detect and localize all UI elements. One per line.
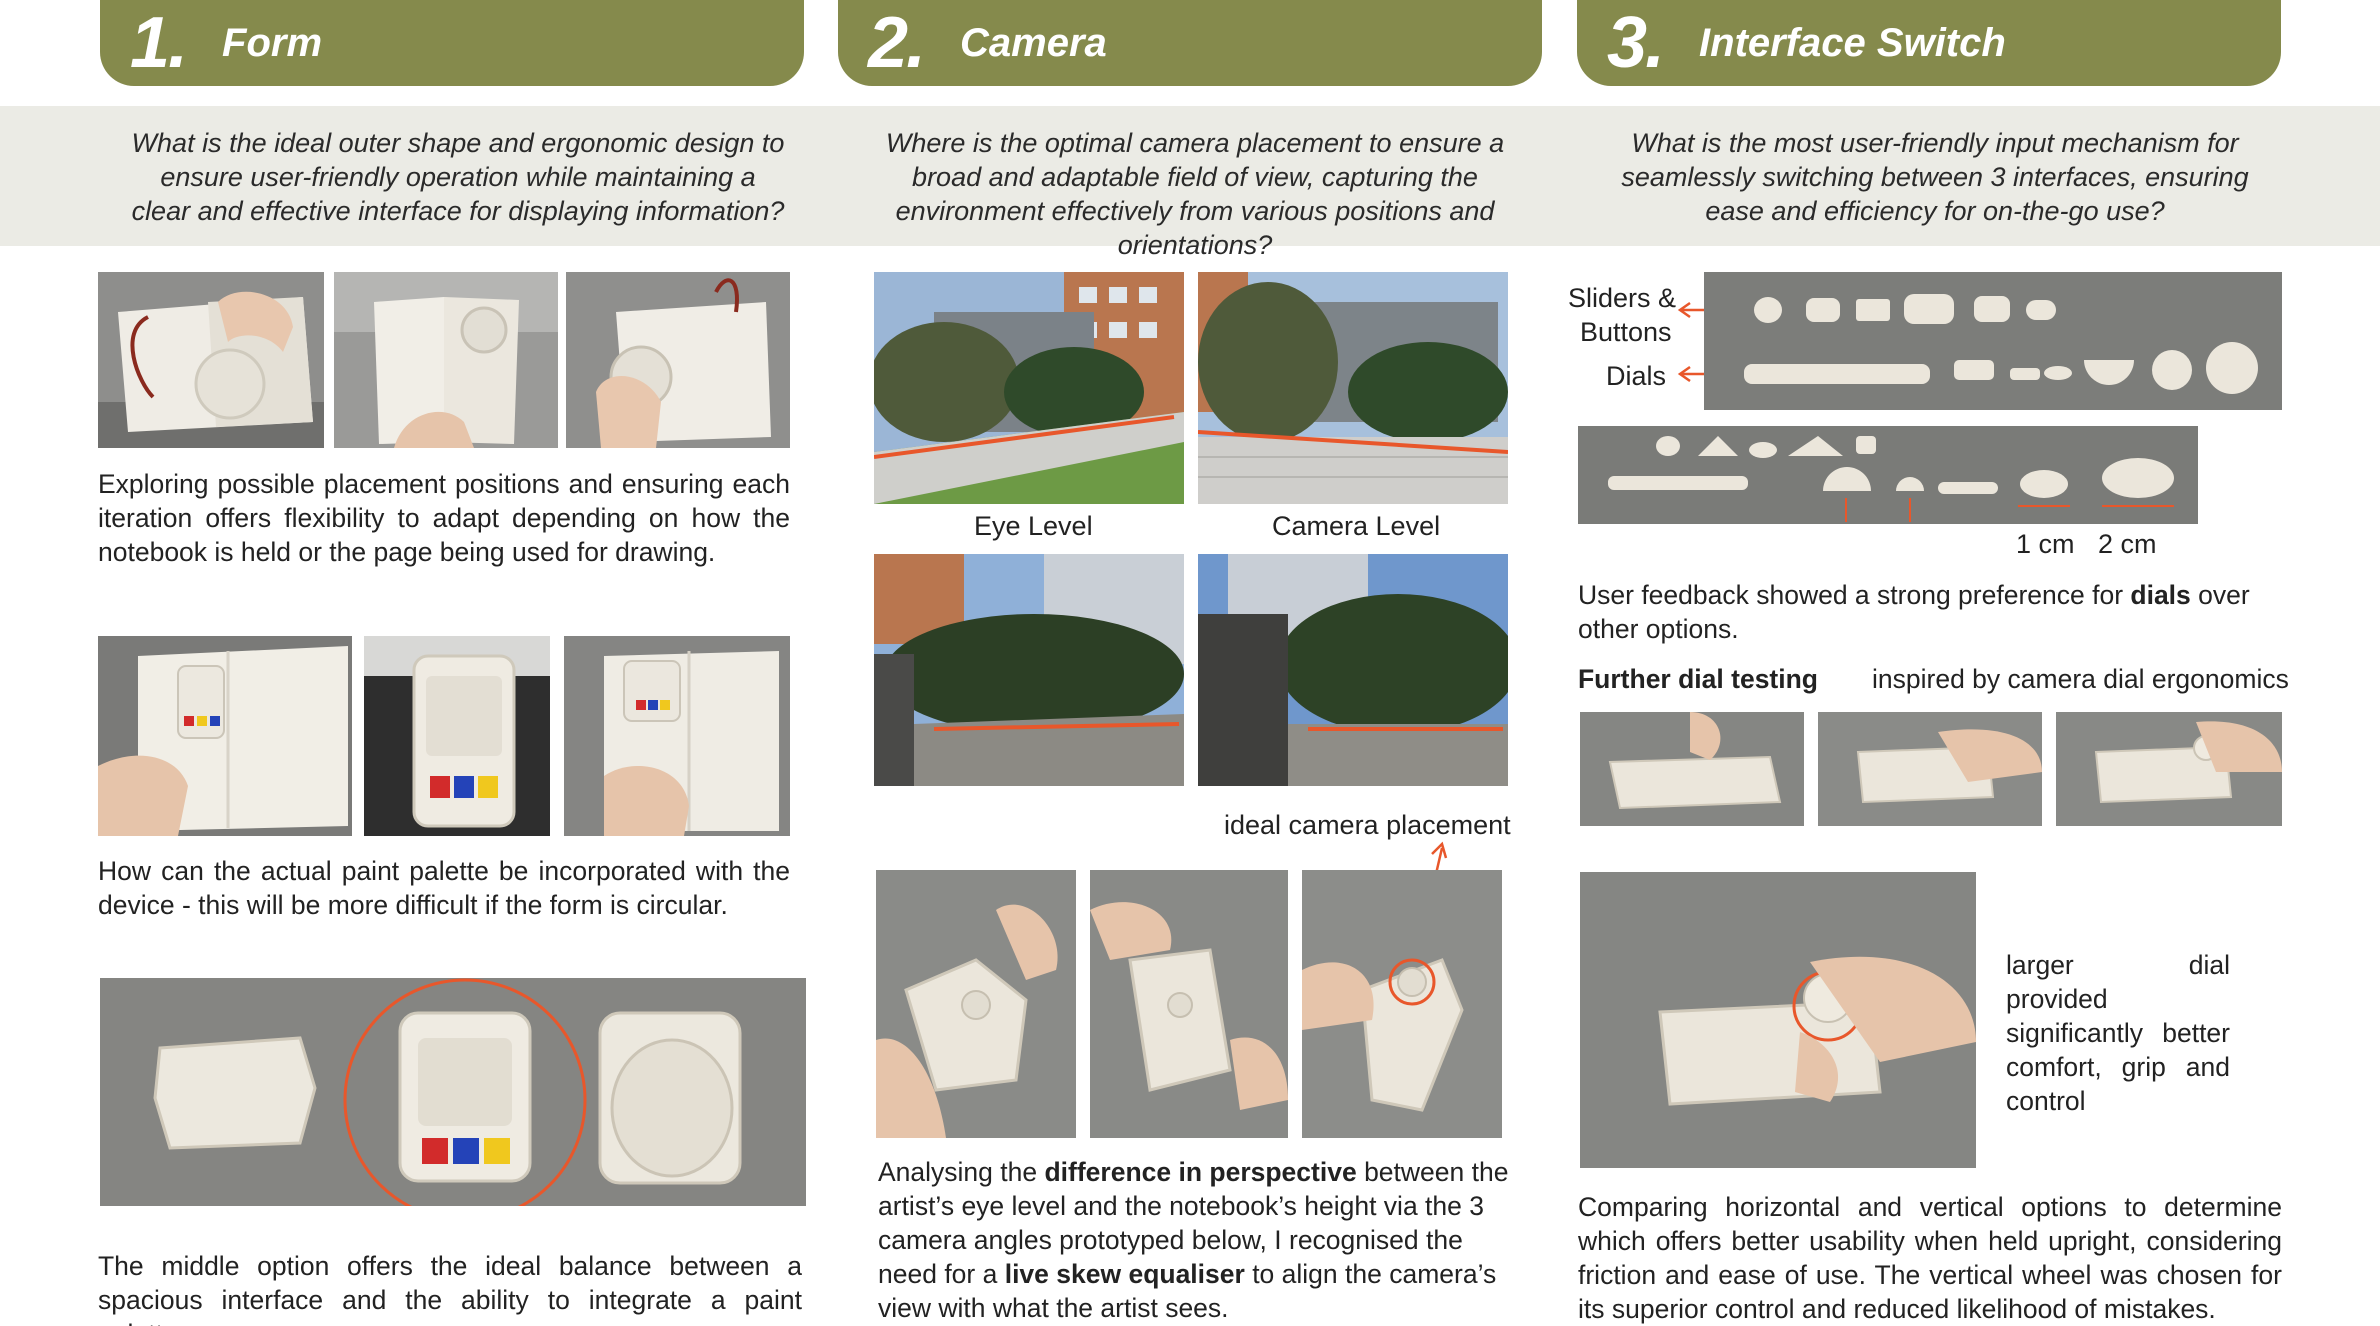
section-number: 1. <box>130 3 188 83</box>
feedback-text: User feedback showed a strong preference… <box>1578 580 2250 644</box>
section-title: Interface Switch <box>1699 20 2006 65</box>
section-title: Form <box>222 20 323 65</box>
photo-sliders-buttons-dials <box>1704 272 2282 410</box>
label-dials: Dials <box>1606 361 1667 391</box>
section-number: 2. <box>868 3 926 83</box>
photo-notebook-dial-top <box>334 272 558 448</box>
photo-three-form-options <box>100 978 806 1206</box>
photo-camera-level-1 <box>1198 272 1508 504</box>
photo-palette-device-front <box>364 636 550 836</box>
label-2cm: 2 cm <box>2098 529 2157 559</box>
label-eye-level: Eye Level <box>974 511 1093 541</box>
form-question: What is the ideal outer shape and ergono… <box>131 128 785 226</box>
section-number: 3. <box>1607 3 1665 83</box>
photo-dial-test-2 <box>1818 712 2042 826</box>
form-text-conclusion: The middle option offers the ideal balan… <box>98 1251 802 1326</box>
label-buttons: Buttons <box>1580 317 1672 347</box>
photo-dial-test-1 <box>1580 712 1804 826</box>
photo-larger-dial <box>1580 872 1976 1168</box>
photo-camera-prototype-1 <box>876 870 1076 1138</box>
photo-notebook-dial-side <box>566 272 790 448</box>
comparing-text: Comparing horizontal and vertical option… <box>1578 1192 2282 1324</box>
label-sliders: Sliders & <box>1568 283 1677 313</box>
form-text-palette: How can the actual paint palette be inco… <box>98 856 790 920</box>
label-ideal-camera-placement: ideal camera placement <box>1224 810 1511 840</box>
label-1cm: 1 cm <box>2016 529 2075 559</box>
photo-camera-level-2 <box>1198 554 1508 786</box>
further-dial-testing-title: Further dial testing <box>1578 664 1818 694</box>
photo-camera-prototype-2 <box>1090 870 1288 1138</box>
photo-eye-level-1 <box>874 272 1184 504</box>
photo-camera-prototype-3 <box>1302 870 1502 1138</box>
interface-question: What is the most user-friendly input mec… <box>1621 128 2249 226</box>
photo-notebook-dial-held <box>98 272 324 448</box>
section-header-camera: 2. Camera <box>838 0 1542 86</box>
photo-eye-level-2 <box>874 554 1184 786</box>
label-camera-level: Camera Level <box>1272 511 1441 541</box>
camera-question: Where is the optimal camera placement to… <box>885 128 1505 260</box>
photo-palette-notebook-held <box>564 636 790 836</box>
larger-dial-text: larger dial provided significantly bette… <box>2006 950 2230 1116</box>
section-header-form: 1. Form <box>100 0 804 86</box>
form-text-placement: Exploring possible placement positions a… <box>98 469 790 567</box>
section-title: Camera <box>960 20 1107 65</box>
photo-dial-sizes <box>1578 426 2198 524</box>
camera-analysis-text: Analysing the difference in perspective … <box>878 1157 1509 1323</box>
section-header-interface-switch: 3. Interface Switch <box>1577 0 2281 86</box>
further-dial-testing-subtitle: inspired by camera dial ergonomics <box>1872 664 2289 694</box>
photo-palette-notebook-open <box>98 636 352 836</box>
photo-dial-test-3 <box>2056 712 2282 826</box>
